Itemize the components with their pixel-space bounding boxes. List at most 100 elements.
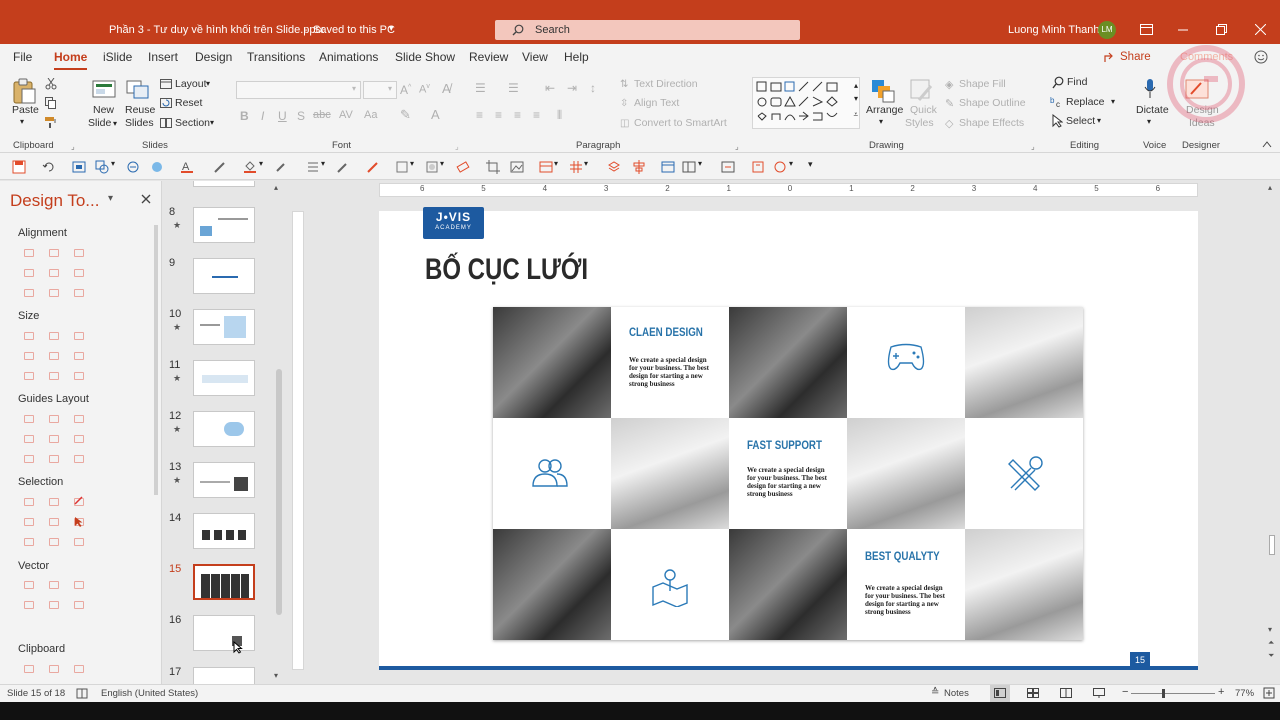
smiley-icon[interactable] <box>1254 50 1268 64</box>
thumbnail-slide-12[interactable] <box>193 411 255 447</box>
cut-icon[interactable] <box>45 78 57 90</box>
photo-cell[interactable] <box>611 418 729 529</box>
chevron-down-icon[interactable]: ▾ <box>259 159 263 168</box>
chevron-down-icon[interactable]: ▾ <box>1147 117 1151 126</box>
sync-icon[interactable] <box>126 160 140 174</box>
design-tool-icon[interactable] <box>49 289 59 297</box>
design-tool-icon[interactable] <box>49 518 59 526</box>
bullets-icon[interactable]: ☰ <box>475 81 486 95</box>
search-box[interactable]: Search <box>495 20 800 40</box>
customize-toolbar-icon[interactable]: ▾ <box>808 159 813 170</box>
thumbnail-slide-17[interactable] <box>193 667 255 684</box>
design-tool-icon[interactable] <box>24 518 34 526</box>
design-tool-icon[interactable] <box>49 435 59 443</box>
chevron-down-icon[interactable]: ▾ <box>879 117 883 126</box>
export-icon[interactable] <box>721 160 735 174</box>
design-tool-icon[interactable] <box>49 249 59 257</box>
quick-styles-icon[interactable] <box>909 78 935 104</box>
cursor-icon[interactable] <box>74 516 84 528</box>
convert-smartart-button[interactable]: Convert to SmartArt <box>634 117 727 129</box>
thumbnail-slide-10[interactable] <box>193 309 255 345</box>
paste-button[interactable]: Paste <box>12 104 39 116</box>
shapes-gallery[interactable]: ▴ ▾ ⩡ <box>752 77 860 129</box>
zoom-level[interactable]: 77% <box>1235 688 1254 699</box>
design-tool-icon[interactable] <box>49 269 59 277</box>
font-color-icon[interactable]: A <box>181 160 193 174</box>
tab-home[interactable]: Home <box>54 50 88 70</box>
photo-cell[interactable] <box>847 418 965 529</box>
design-tool-icon[interactable] <box>24 498 34 506</box>
photo-cell[interactable] <box>729 529 847 640</box>
reset-icon[interactable] <box>160 98 172 108</box>
fill-icon[interactable] <box>243 160 257 174</box>
shape-outline-button[interactable]: Shape Outline <box>959 97 1026 109</box>
ribbon-display-icon[interactable] <box>1140 24 1153 35</box>
align-right-icon[interactable]: ≡ <box>514 108 521 122</box>
dialog-launcher-icon[interactable]: ⌟ <box>455 142 459 151</box>
line-style-icon[interactable] <box>306 160 320 174</box>
section-icon[interactable] <box>160 118 172 128</box>
avatar[interactable]: LM <box>1098 21 1116 39</box>
highlight-icon[interactable]: ✎ <box>400 107 411 123</box>
design-tool-icon[interactable] <box>74 249 84 257</box>
save-status[interactable]: Saved to this PC <box>313 24 395 36</box>
photo-cell[interactable] <box>493 529 611 640</box>
tab-design[interactable]: Design <box>195 50 232 64</box>
image-icon[interactable] <box>510 160 524 174</box>
change-case-icon[interactable]: Aa <box>364 109 377 121</box>
share-button[interactable]: Share <box>1100 48 1152 67</box>
zoom-slider[interactable] <box>1131 693 1215 694</box>
reuse-slides-icon[interactable] <box>126 78 150 100</box>
design-tool-icon[interactable] <box>74 289 84 297</box>
pen-icon[interactable] <box>213 160 227 174</box>
editor-scrollbar[interactable]: ▴ ▾ ⏶ ⏷ <box>1266 183 1278 665</box>
shadow-icon[interactable]: S <box>297 109 305 123</box>
refresh-icon[interactable] <box>42 160 56 174</box>
shape-fill-button[interactable]: Shape Fill <box>959 78 1006 90</box>
tab-animations[interactable]: Animations <box>319 50 378 64</box>
copy-icon[interactable] <box>45 97 57 109</box>
arrange-button[interactable]: Arrange <box>866 104 903 116</box>
design-tool-icon[interactable] <box>49 538 59 546</box>
normal-view-button[interactable] <box>990 685 1010 702</box>
icon-cell[interactable] <box>611 529 729 640</box>
strikethrough-icon[interactable]: abc <box>313 109 331 121</box>
align-text-button[interactable]: Align Text <box>634 97 679 109</box>
thumbnail-scrollbar[interactable]: ▴ ▾ <box>273 183 285 683</box>
chevron-down-icon[interactable]: ▾ <box>113 119 117 128</box>
chevron-down-icon[interactable]: ▾ <box>108 193 113 204</box>
chevron-down-icon[interactable]: ▾ <box>1111 97 1115 106</box>
font-family-select[interactable]: ▾ <box>236 81 361 99</box>
thumbnail-7-partial[interactable] <box>193 181 255 187</box>
eraser-icon[interactable] <box>456 160 470 174</box>
card-fast-support[interactable]: FAST SUPPORT We create a special design … <box>729 418 847 529</box>
design-tool-icon[interactable] <box>74 269 84 277</box>
slide-canvas[interactable]: J•VIS ACADEMY BỐ CỤC LƯỚI CLAEN DESIGN W… <box>379 207 1198 670</box>
design-tool-icon[interactable] <box>49 332 59 340</box>
find-button[interactable]: Find <box>1067 76 1087 88</box>
arrange-icon[interactable] <box>870 78 896 104</box>
paste-icon[interactable] <box>12 78 36 104</box>
chevron-down-icon[interactable]: ▾ <box>111 159 115 168</box>
brush-icon[interactable] <box>336 160 350 174</box>
icon-cell[interactable] <box>493 418 611 529</box>
chevron-up-icon[interactable]: ▴ <box>854 81 858 90</box>
collapse-ribbon-icon[interactable] <box>1262 140 1272 148</box>
design-tool-icon[interactable] <box>24 352 34 360</box>
design-tool-icon[interactable] <box>74 332 84 340</box>
thumbnail-slide-11[interactable] <box>193 360 255 396</box>
design-tool-icon[interactable] <box>24 601 34 609</box>
design-tool-icon[interactable] <box>24 581 34 589</box>
frame-icon[interactable] <box>72 160 86 174</box>
shape-icon[interactable] <box>95 160 109 174</box>
language[interactable]: English (United States) <box>101 688 198 699</box>
font-color-icon[interactable]: A <box>431 107 440 122</box>
design-tool-icon[interactable] <box>24 538 34 546</box>
accessibility-icon[interactable] <box>76 688 88 699</box>
shape-effects-button[interactable]: Shape Effects <box>959 117 1024 129</box>
user-name[interactable]: Luong Minh Thanh <box>1008 24 1100 36</box>
zoom-out-icon[interactable]: − <box>1122 686 1128 698</box>
chevron-down-icon[interactable]: ▾ <box>440 159 444 168</box>
tab-view[interactable]: View <box>522 50 548 64</box>
close-icon[interactable] <box>1255 24 1266 35</box>
